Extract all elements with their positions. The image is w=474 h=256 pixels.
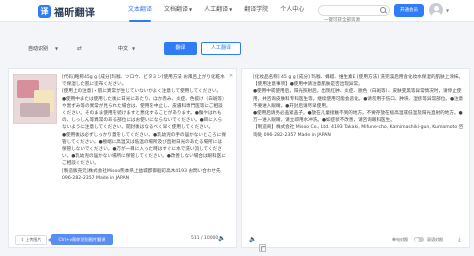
chevron-down-icon: ▼ xyxy=(189,7,193,12)
target-paragraph: ●使用后请务必盖紧盖子。●放在儿童接触不到的地方。不要存放在极高温或低温及阳光直… xyxy=(253,111,463,124)
nav-doc-translate[interactable]: 文档翻译▼ xyxy=(164,0,192,22)
human-translate-button[interactable]: 人工翻译 xyxy=(201,42,241,55)
target-footer: 🔈 单句对照 双语对照 ⤓ xyxy=(242,233,469,252)
upload-image-button[interactable]: ⇪上传图片 xyxy=(15,235,47,245)
source-panel: ✕ [代码]略称45g g [成分]玛咖、ツロウ、ビタミン[使用方法 お風呂上が… xyxy=(8,68,237,248)
target-paragraph: [化妆品名称] 45 g g [成分] 玛咖、蜂蜡、维生素E [使用方法] 洗完… xyxy=(253,75,464,80)
source-footer: ⇪上传图片 Ctrl+v帮你识别图片翻译 511 / 10000 🔈 xyxy=(9,233,236,247)
source-text-area[interactable]: [代码]略称45g g [成分]玛咖、ツロウ、ビタミン[使用方法 お風呂上がり化… xyxy=(62,74,226,182)
top-bar: 译 福昕翻译 文本翻译 文档翻译▼ 人工翻译▼ 翻译学院 个人中心 开通会员 ▼ xyxy=(0,0,474,25)
nav-label: 翻译学院 xyxy=(244,6,269,13)
vip-button[interactable]: 开通会员 xyxy=(394,4,424,17)
sentence-compare-label: 单句对照 xyxy=(392,237,408,242)
nav-human-translate[interactable]: 人工翻译▼ xyxy=(204,0,232,22)
nav-label: 个人中心 xyxy=(280,6,305,13)
nav-academy[interactable]: 翻译学院 xyxy=(244,0,268,22)
copy-icon[interactable] xyxy=(259,237,266,256)
source-paragraph: [製造販売元]株式会社Misoo熊本県上益城郡御船町高木4193 お問い合わせ先… xyxy=(62,168,221,181)
paste-tooltip: Ctrl+v帮你识别图片翻译 xyxy=(48,234,113,245)
logo-text: 福昕翻译 xyxy=(54,8,96,19)
source-paragraph: [代码]略称45g g [成分]玛咖、ツロウ、ビタミン[使用方法 お風呂上がり化… xyxy=(62,75,225,88)
source-language-select[interactable]: 自动识别 xyxy=(28,45,48,52)
chevron-down-icon[interactable]: ▼ xyxy=(446,8,449,13)
close-icon[interactable]: ✕ xyxy=(229,73,233,79)
nav-label: 文本翻译 xyxy=(128,6,153,13)
nav-label: 人工翻译 xyxy=(204,6,229,13)
target-paragraph: 【制造商】株式会社 Misoo Co., Ltd. 4193 Takaki, M… xyxy=(253,125,464,138)
search-icon[interactable] xyxy=(380,7,386,13)
target-paragraph: ●使用中或使用后，阳光照射后，出现红肿、炎症、脱色（白斑等）、皮肤变黑等异常情况… xyxy=(253,89,464,109)
chevron-down-icon: ▼ xyxy=(229,7,233,12)
copy-icon-shape xyxy=(259,244,266,252)
upload-label: 上传图片 xyxy=(25,237,42,242)
upload-icon: ⇪ xyxy=(20,238,25,243)
nav-label: 文档翻译 xyxy=(164,6,189,13)
speaker-icon[interactable]: 🔈 xyxy=(249,236,256,243)
search-input[interactable] xyxy=(319,16,377,25)
nav-text-translate[interactable]: 文本翻译 xyxy=(128,0,152,22)
search-box xyxy=(318,5,390,25)
source-paragraph: [使用上の注意]・肌に異常が生じていないかよく注意して使用してください。 xyxy=(62,89,222,95)
speaker-icon[interactable]: 🔈 xyxy=(218,235,225,242)
chevron-down-icon[interactable]: ▼ xyxy=(55,46,58,51)
bilingual-label: 双语对照 xyxy=(427,237,443,242)
source-paragraph: ●使用中または使用した後に日光にあたり、ほか赤み、炎症、色抜け（白斑等）や黒ずみ… xyxy=(62,96,225,131)
target-paragraph: 【使用注意事项】●使用中请注意肌肤是否出现异常。 xyxy=(253,82,363,88)
swap-language-icon[interactable]: ⇄ xyxy=(77,45,82,52)
target-panel: [化妆品名称] 45 g g [成分] 玛咖、蜂蜡、维生素E [使用方法] 洗完… xyxy=(241,68,470,252)
download-icon[interactable]: ⤓ xyxy=(458,236,461,244)
char-count: 511 / 10000 xyxy=(191,236,219,241)
avatar[interactable] xyxy=(429,3,443,17)
target-text-area: [化妆品名称] 45 g g [成分] 玛咖、蜂蜡、维生素E [使用方法] 洗完… xyxy=(253,74,465,139)
product-image-part xyxy=(20,103,50,117)
main-nav: 文本翻译 文档翻译▼ 人工翻译▼ 翻译学院 个人中心 xyxy=(128,0,316,22)
bilingual-toggle[interactable] xyxy=(414,237,424,242)
chevron-down-icon[interactable]: ▼ xyxy=(132,46,135,51)
target-language-select[interactable]: 中文 xyxy=(118,45,128,52)
uploaded-image-thumbnail[interactable] xyxy=(13,74,57,124)
source-paragraph: ●使用後は必ずしっかり蓋をしてください。●乳幼児の手の届かないところに保管してく… xyxy=(62,132,226,167)
logo-mark: 译 xyxy=(38,5,51,18)
nav-personal-center[interactable]: 个人中心 xyxy=(280,0,304,22)
logo[interactable]: 译 福昕翻译 xyxy=(38,4,95,19)
translate-button[interactable]: 翻译 xyxy=(164,42,197,55)
